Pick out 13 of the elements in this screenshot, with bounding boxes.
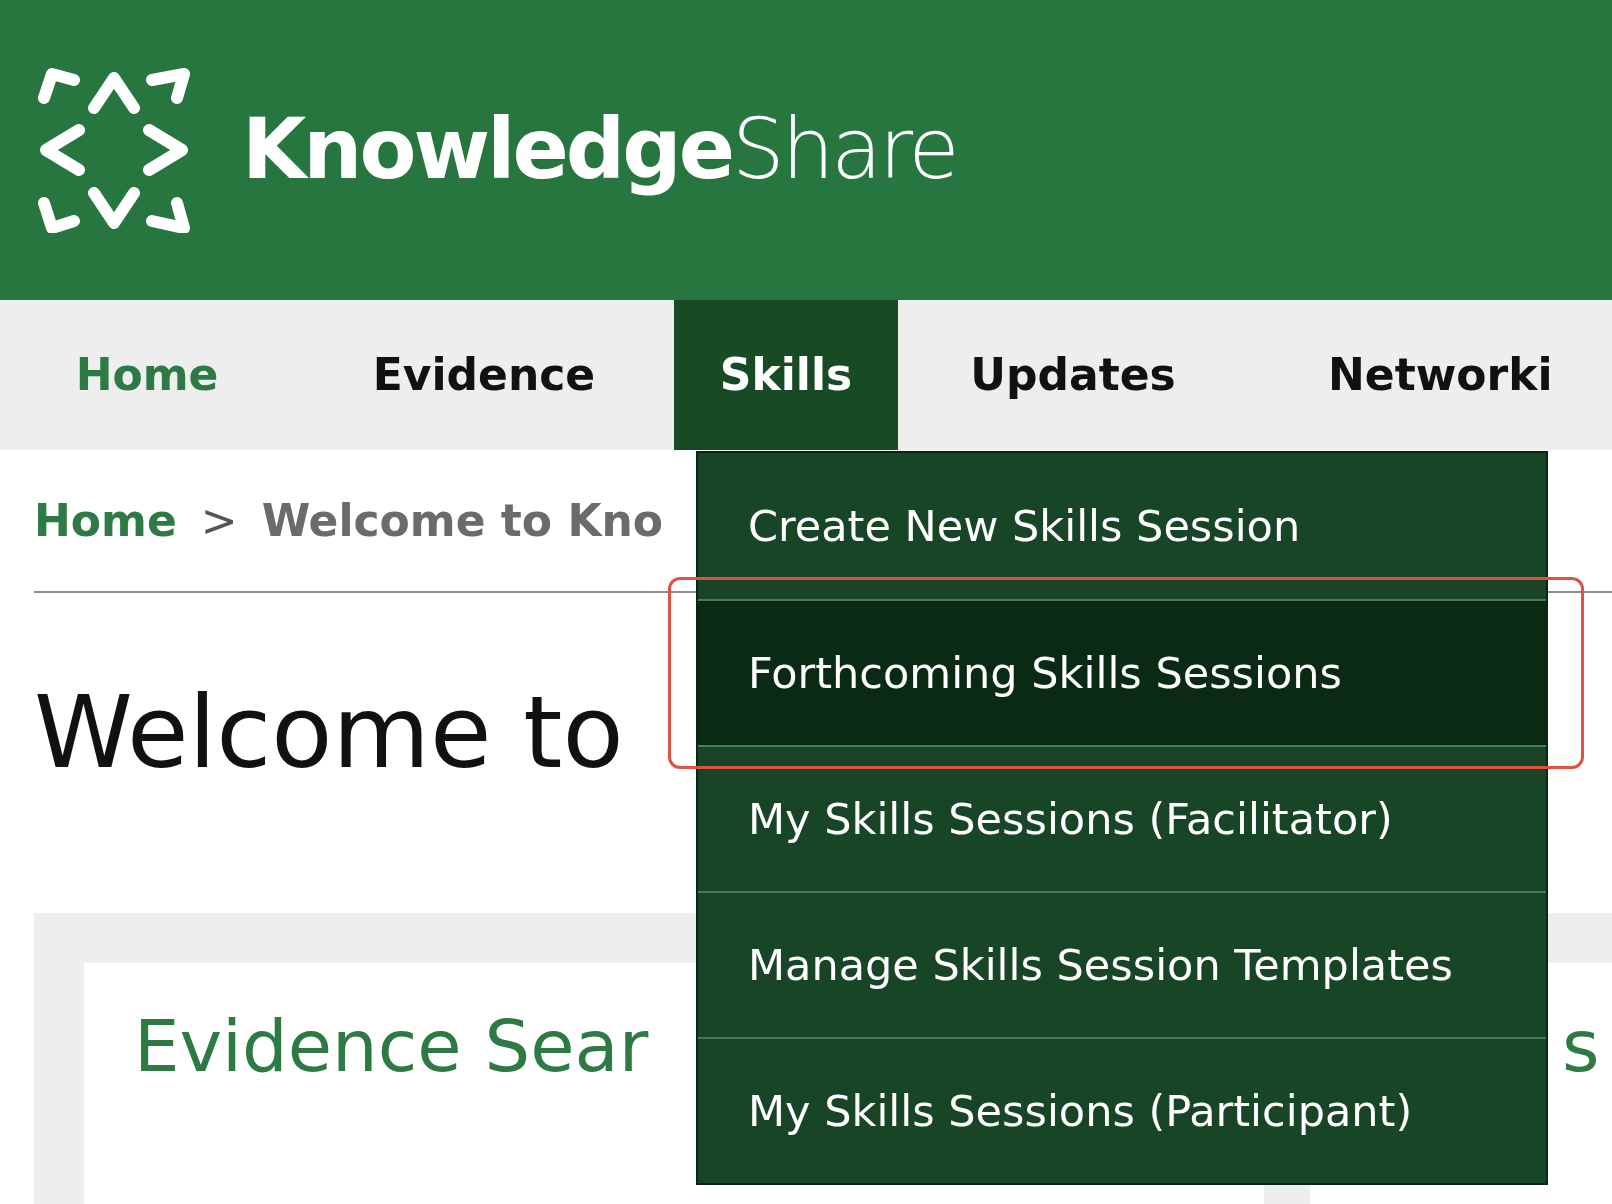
nav-tab[interactable]: Networki xyxy=(1248,300,1612,450)
nav-tab[interactable]: Skills xyxy=(674,300,898,450)
nav-tab[interactable]: Updates xyxy=(898,300,1248,450)
card-title: Evidence Sear xyxy=(134,1003,650,1090)
logo-text: KnowledgeShare xyxy=(242,100,958,201)
card-title: s xyxy=(1562,1003,1601,1090)
nav-tab[interactable]: Evidence xyxy=(294,300,674,450)
nav-tab[interactable]: Home xyxy=(0,300,294,450)
menu-item[interactable]: Forthcoming Skills Sessions xyxy=(698,599,1546,745)
page-title: Welcome to xyxy=(34,673,624,793)
breadcrumb-link[interactable]: Home xyxy=(34,487,177,554)
breadcrumb-current: Welcome to Kno xyxy=(261,493,664,548)
breadcrumb-separator: > xyxy=(200,493,238,548)
